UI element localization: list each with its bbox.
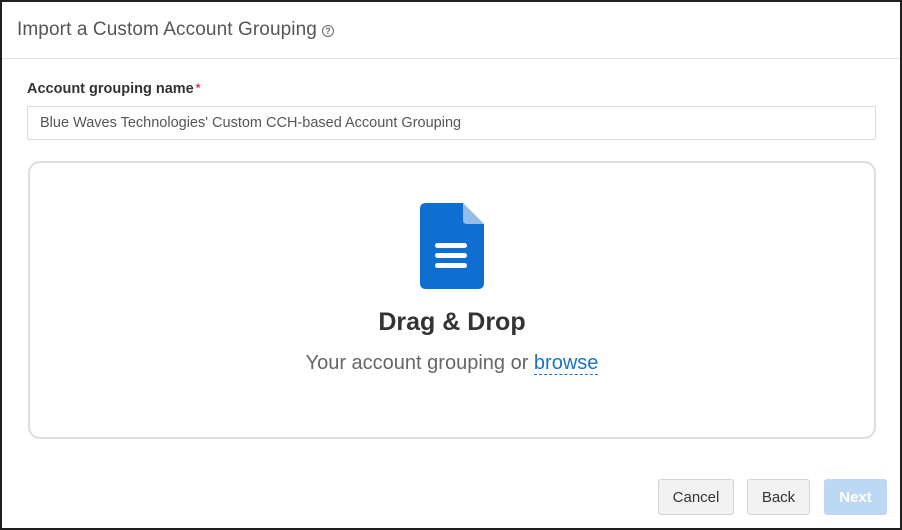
label-text: Account grouping name (27, 81, 194, 97)
cancel-button[interactable]: Cancel (658, 479, 734, 515)
dialog-header: Import a Custom Account Grouping ? (2, 2, 900, 59)
dropzone-subtitle-text: Your account grouping or (305, 352, 529, 374)
file-dropzone[interactable]: Drag & Drop Your account grouping or bro… (28, 161, 876, 439)
browse-link[interactable]: browse (533, 352, 599, 375)
document-icon (420, 203, 484, 289)
dialog-title: Import a Custom Account Grouping (17, 19, 317, 40)
import-dialog: Import a Custom Account Grouping ? Accou… (0, 0, 902, 530)
dropzone-subtitle: Your account grouping or browse (30, 352, 874, 375)
required-mark: * (195, 81, 201, 95)
account-grouping-name-input[interactable] (27, 106, 876, 140)
next-button[interactable]: Next (824, 479, 887, 515)
question-circle-icon[interactable]: ? (321, 25, 334, 37)
account-grouping-name-label: Account grouping name * (27, 81, 200, 97)
dropzone-title: Drag & Drop (378, 308, 526, 336)
back-button[interactable]: Back (747, 479, 810, 515)
